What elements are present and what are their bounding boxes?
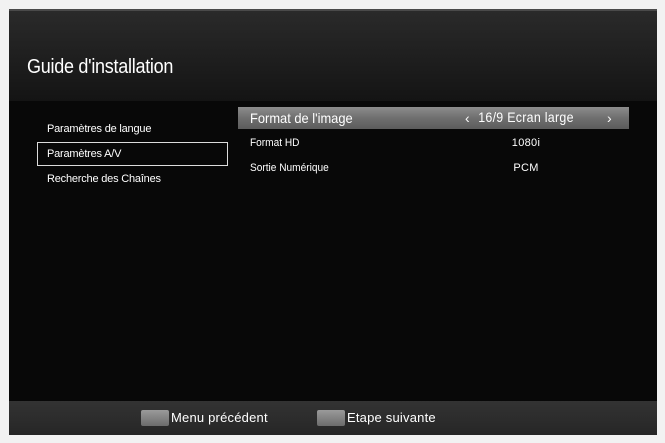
sidebar-item-av-settings[interactable]: Paramètres A/V (37, 142, 228, 166)
sidebar-item-label: Paramètres de langue (47, 123, 152, 135)
chevron-right-icon[interactable]: › (607, 107, 612, 129)
main-panel: Paramètres de langue Paramètres A/V Rech… (9, 101, 657, 401)
setting-row-hd-format[interactable]: Format HD 1080i (238, 132, 629, 154)
setting-label: Sortie Numérique (250, 162, 329, 174)
setting-label: Format HD (250, 137, 300, 149)
tv-screen: Guide d'installation Paramètres de langu… (9, 9, 657, 435)
back-button[interactable]: Menu précédent (141, 409, 268, 427)
setting-value: 16/9 Ecran large (478, 110, 574, 125)
back-button-label: Menu précédent (171, 410, 268, 425)
header: Guide d'installation (9, 9, 657, 101)
page-title: Guide d'installation (27, 56, 174, 78)
color-key-icon (141, 410, 169, 426)
next-step-button[interactable]: Etape suivante (317, 409, 436, 427)
sidebar-item-label: Recherche des Chaînes (47, 173, 161, 185)
setting-value: PCM (513, 162, 539, 174)
sidebar-item-label: Paramètres A/V (47, 148, 122, 160)
setting-row-picture-format[interactable]: Format de l'image ‹ 16/9 Ecran large › (238, 107, 629, 129)
color-key-icon (317, 410, 345, 426)
sidebar-item-language[interactable]: Paramètres de langue (37, 117, 228, 141)
chevron-left-icon[interactable]: ‹ (465, 107, 470, 129)
setting-label: Format de l'image (250, 110, 353, 126)
next-step-button-label: Etape suivante (347, 410, 436, 425)
setting-value: 1080i (511, 137, 541, 149)
sidebar-item-channel-search[interactable]: Recherche des Chaînes (37, 167, 228, 191)
setting-row-digital-output[interactable]: Sortie Numérique PCM (238, 157, 629, 179)
footer: Menu précédent Etape suivante (9, 401, 657, 435)
